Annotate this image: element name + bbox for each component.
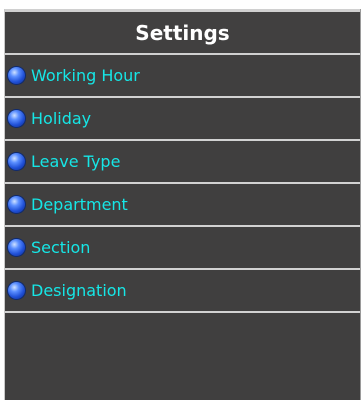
blue-orb-icon [8,153,25,170]
menu-item-holiday[interactable]: Holiday [5,98,360,141]
settings-panel: Settings Working Hour Holiday Leave Type… [4,9,361,400]
menu-item-leave-type[interactable]: Leave Type [5,141,360,184]
menu-item-label: Designation [31,281,127,300]
menu-item-label: Working Hour [31,66,140,85]
menu-item-label: Department [31,195,128,214]
blue-orb-icon [8,110,25,127]
settings-title: Settings [135,20,230,45]
menu-item-working-hour[interactable]: Working Hour [5,55,360,98]
menu-item-label: Leave Type [31,152,121,171]
blue-orb-icon [8,239,25,256]
blue-orb-icon [8,67,25,84]
menu-item-designation[interactable]: Designation [5,270,360,313]
settings-header: Settings [5,9,360,55]
menu-item-department[interactable]: Department [5,184,360,227]
menu-item-label: Holiday [31,109,92,128]
blue-orb-icon [8,196,25,213]
blue-orb-icon [8,282,25,299]
panel-empty-area [5,318,360,400]
menu-item-label: Section [31,238,91,257]
menu-item-section[interactable]: Section [5,227,360,270]
